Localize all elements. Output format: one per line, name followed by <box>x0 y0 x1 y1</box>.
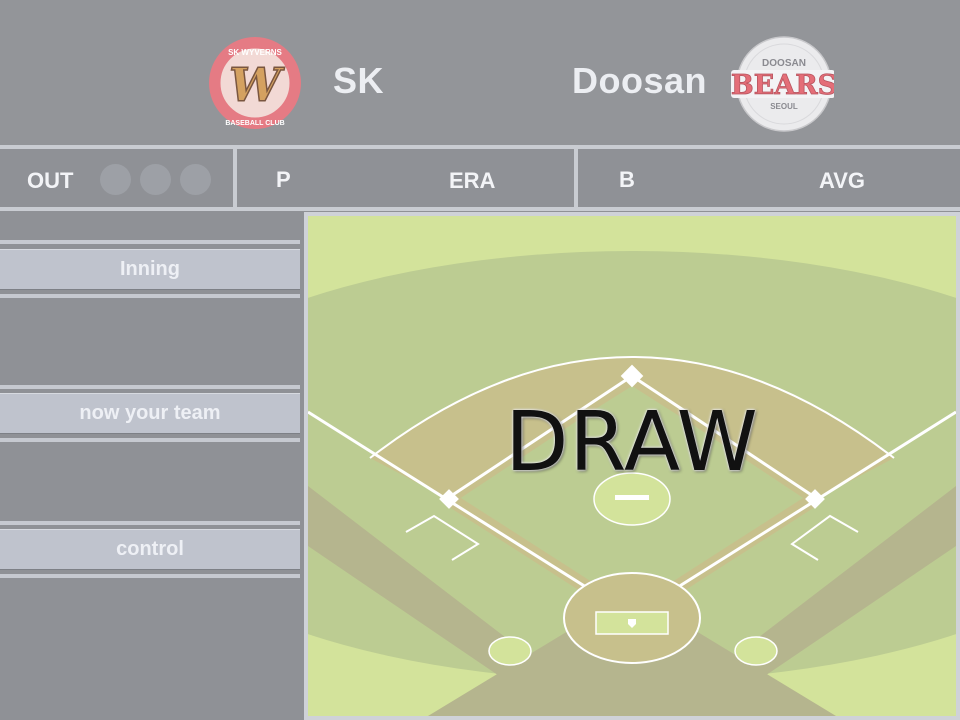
pitcher-label: P <box>276 167 291 192</box>
game-result-text: DRAW <box>505 395 759 490</box>
doosan-bears-logo: DOOSAN BEARS SEOUL <box>730 36 834 132</box>
away-team-name: Doosan <box>572 60 708 101</box>
control-button[interactable]: control <box>0 529 300 570</box>
sk-wyverns-logo: SK WYVERNS W BASEBALL CLUB <box>209 37 301 129</box>
inning-button[interactable]: Inning <box>0 249 300 290</box>
sidebar-divider <box>0 385 300 389</box>
now-your-team-button[interactable]: now your team <box>0 393 300 434</box>
svg-text:BASEBALL CLUB: BASEBALL CLUB <box>225 120 284 127</box>
scoreboard-divider-1 <box>233 149 237 207</box>
sidebar-divider <box>0 438 300 442</box>
out-indicator-3 <box>180 164 211 195</box>
pitcher-rubber <box>615 495 649 500</box>
era-label: ERA <box>449 168 496 193</box>
svg-text:DOOSAN: DOOSAN <box>762 58 806 69</box>
batter-label: B <box>619 167 635 192</box>
scoreboard-divider-2 <box>574 149 578 207</box>
on-deck-circle-left <box>488 636 532 666</box>
out-label: OUT <box>27 168 74 193</box>
control-sidebar: Inning now your team control <box>0 212 304 720</box>
home-team-name: SK <box>333 60 385 101</box>
svg-text:W: W <box>229 58 285 112</box>
svg-text:BEARS: BEARS <box>731 70 834 101</box>
svg-text:SK WYVERNS: SK WYVERNS <box>228 48 282 57</box>
team-header: SK WYVERNS W BASEBALL CLUB SK Doosan DOO… <box>0 0 960 146</box>
avg-label: AVG <box>819 168 866 193</box>
svg-text:SEOUL: SEOUL <box>770 102 798 111</box>
out-indicator-1 <box>100 164 131 195</box>
sidebar-divider <box>0 574 300 578</box>
scoreboard-bottom-divider <box>0 207 960 211</box>
sidebar-divider <box>0 521 300 525</box>
on-deck-circle-right <box>734 636 778 666</box>
out-indicator-2 <box>140 164 171 195</box>
sidebar-divider <box>0 294 300 298</box>
scoreboard-top-divider <box>0 145 960 149</box>
sidebar-divider <box>0 240 300 244</box>
